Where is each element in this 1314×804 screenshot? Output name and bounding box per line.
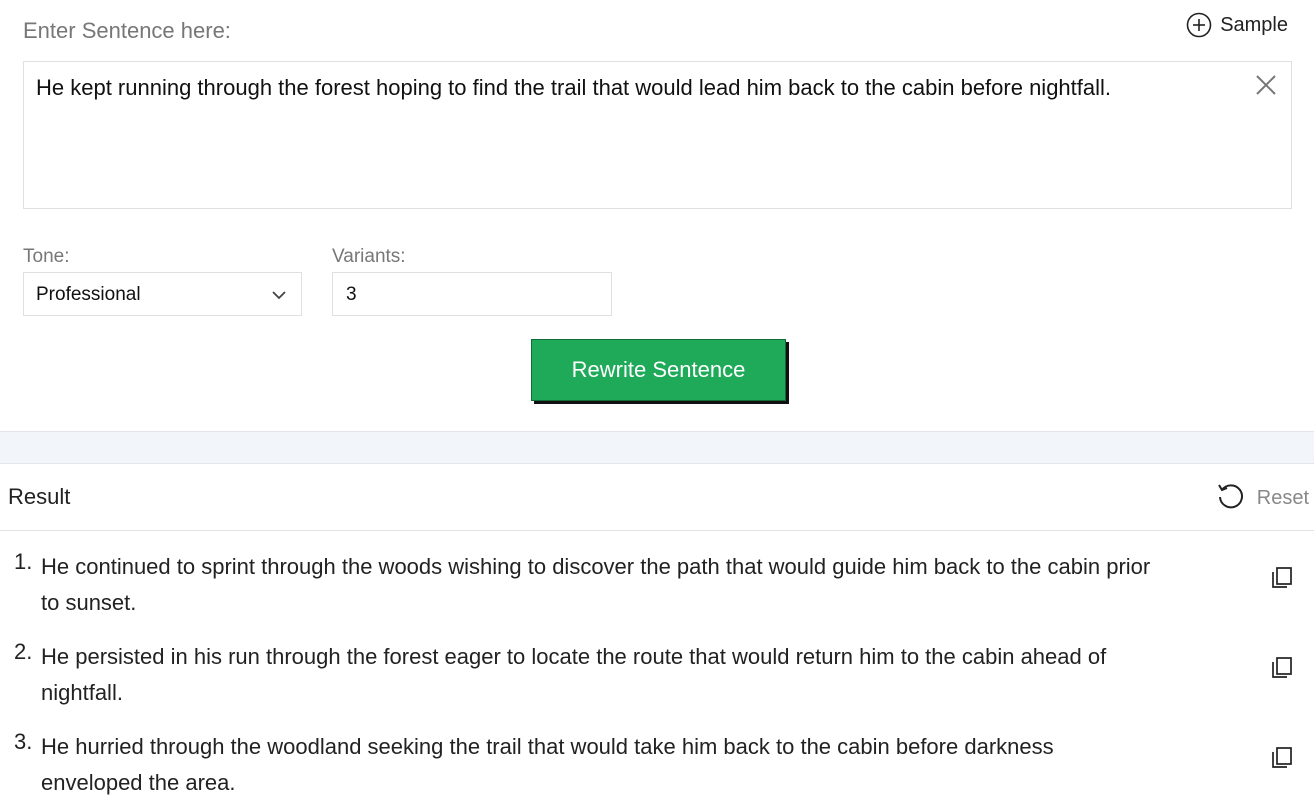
- result-item: 2. He persisted in his run through the f…: [0, 635, 1314, 725]
- copy-button[interactable]: [1270, 745, 1294, 769]
- copy-button[interactable]: [1270, 565, 1294, 589]
- result-text-line: enveloped the area.: [41, 770, 236, 795]
- page: Enter Sentence here: Sample He kept runn…: [0, 0, 1314, 804]
- variants-value: 3: [346, 284, 357, 305]
- result-item: 1. He continued to sprint through the wo…: [0, 545, 1314, 635]
- result-header: Result Reset: [0, 464, 1314, 531]
- close-icon: [1256, 75, 1276, 95]
- sentence-input[interactable]: He kept running through the forest hopin…: [23, 61, 1292, 209]
- tone-selected-value: Professional: [36, 284, 141, 305]
- reset-label: Reset: [1256, 487, 1309, 509]
- sample-button[interactable]: Sample: [1186, 12, 1288, 38]
- result-text-line: nightfall.: [41, 680, 123, 705]
- result-text: He continued to sprint through the woods…: [41, 549, 1257, 621]
- result-text: He persisted in his run through the fore…: [41, 639, 1257, 711]
- sentence-input-text: He kept running through the forest hopin…: [36, 75, 1112, 100]
- input-panel: Enter Sentence here: Sample He kept runn…: [0, 0, 1314, 431]
- clear-button[interactable]: [1255, 74, 1277, 96]
- variants-label: Variants:: [332, 246, 406, 267]
- section-divider: [0, 431, 1314, 464]
- result-list: 1. He continued to sprint through the wo…: [0, 545, 1314, 804]
- copy-icon: [1272, 657, 1292, 678]
- rewrite-sentence-button[interactable]: Rewrite Sentence: [531, 339, 786, 401]
- sample-label: Sample: [1220, 13, 1288, 36]
- result-title: Result: [8, 484, 71, 509]
- result-number: 1.: [14, 549, 33, 574]
- result-text-line: to sunset.: [41, 590, 137, 615]
- tone-select[interactable]: Professional: [23, 272, 302, 316]
- chevron-down-icon: [271, 288, 287, 306]
- result-item: 3. He hurried through the woodland seeki…: [0, 725, 1314, 804]
- result-number: 2.: [14, 639, 33, 664]
- copy-icon: [1272, 747, 1292, 768]
- tone-label: Tone:: [23, 246, 70, 267]
- result-text-line: He continued to sprint through the woods…: [41, 554, 1151, 579]
- plus-circle-icon: [1186, 12, 1212, 38]
- result-number: 3.: [14, 729, 33, 754]
- copy-icon: [1272, 567, 1292, 588]
- copy-button[interactable]: [1270, 655, 1294, 679]
- input-label: Enter Sentence here:: [23, 18, 231, 43]
- reset-icon: [1215, 481, 1245, 516]
- result-text-line: He hurried through the woodland seeking …: [41, 734, 1054, 759]
- reset-button[interactable]: Reset: [1215, 481, 1309, 516]
- variants-input[interactable]: 3: [332, 272, 612, 316]
- result-text-line: He persisted in his run through the fore…: [41, 644, 1107, 669]
- result-text: He hurried through the woodland seeking …: [41, 729, 1257, 801]
